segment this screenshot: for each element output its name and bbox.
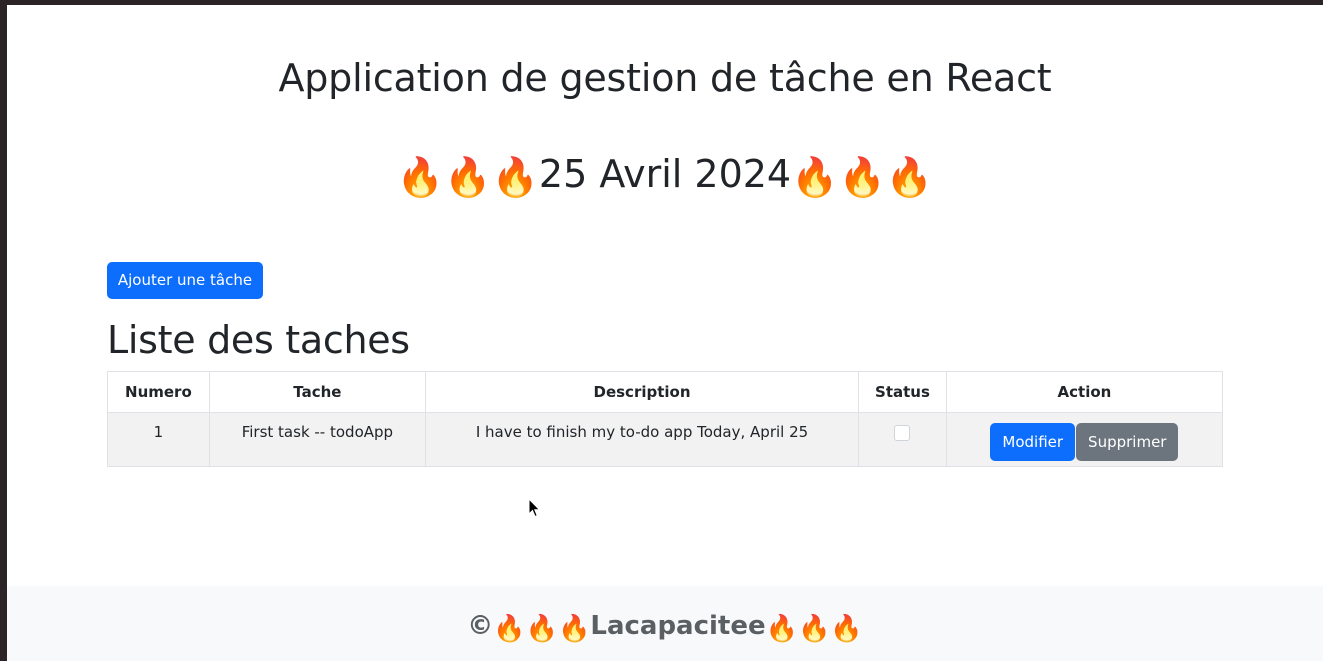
mouse-cursor-icon bbox=[528, 498, 541, 518]
table-row: 1 First task -- todoApp I have to finish… bbox=[107, 412, 1224, 467]
fire-icon: 🔥 bbox=[765, 614, 798, 644]
fire-icon: 🔥 bbox=[525, 614, 558, 644]
column-header-action: Action bbox=[945, 371, 1224, 413]
fire-icon: 🔥 bbox=[491, 155, 539, 199]
column-header-task: Tache bbox=[208, 371, 426, 413]
task-name: First task -- todoApp bbox=[208, 412, 426, 467]
app-title: Application de gestion de tâche en React bbox=[278, 56, 1052, 100]
fire-icon: 🔥 bbox=[493, 614, 526, 644]
footer: ©🔥🔥🔥Lacapacitee🔥🔥🔥 bbox=[7, 586, 1323, 661]
fire-icon: 🔥 bbox=[798, 614, 831, 644]
browser-viewport: Application de gestion de tâche en React… bbox=[7, 5, 1323, 661]
date-heading: 🔥🔥🔥25 Avril 2024🔥🔥🔥 bbox=[7, 146, 1323, 205]
date-text: 25 Avril 2024 bbox=[538, 152, 792, 196]
footer-brand: Lacapacitee bbox=[590, 611, 766, 641]
task-status-cell bbox=[858, 412, 947, 467]
fire-icon: 🔥 bbox=[444, 155, 492, 199]
footer-text: ©🔥🔥🔥Lacapacitee🔥🔥🔥 bbox=[7, 608, 1323, 647]
fire-icon: 🔥 bbox=[396, 155, 445, 199]
edit-task-button[interactable]: Modifier bbox=[990, 423, 1076, 461]
fire-icon: 🔥 bbox=[838, 155, 886, 199]
task-actions: Modifier Supprimer bbox=[945, 412, 1224, 467]
fire-icon: 🔥 bbox=[885, 155, 934, 199]
column-header-status: Status bbox=[858, 371, 947, 413]
fire-icon: 🔥 bbox=[830, 614, 863, 644]
column-header-description: Description bbox=[424, 371, 860, 413]
fire-icon: 🔥 bbox=[791, 155, 839, 199]
task-number: 1 bbox=[107, 412, 210, 467]
task-list-title: Liste des taches bbox=[107, 318, 410, 362]
table-header-row: Numero Tache Description Status Action bbox=[107, 371, 1224, 413]
column-header-number: Numero bbox=[107, 371, 210, 413]
fire-icon: 🔥 bbox=[558, 614, 591, 644]
status-checkbox[interactable] bbox=[894, 425, 911, 441]
delete-task-button[interactable]: Supprimer bbox=[1076, 423, 1179, 461]
copyright-symbol: © bbox=[467, 611, 494, 641]
add-task-button[interactable]: Ajouter une tâche bbox=[107, 262, 263, 299]
task-table: Numero Tache Description Status Action 1… bbox=[107, 371, 1224, 467]
task-description: I have to finish my to-do app Today, Apr… bbox=[424, 412, 860, 467]
